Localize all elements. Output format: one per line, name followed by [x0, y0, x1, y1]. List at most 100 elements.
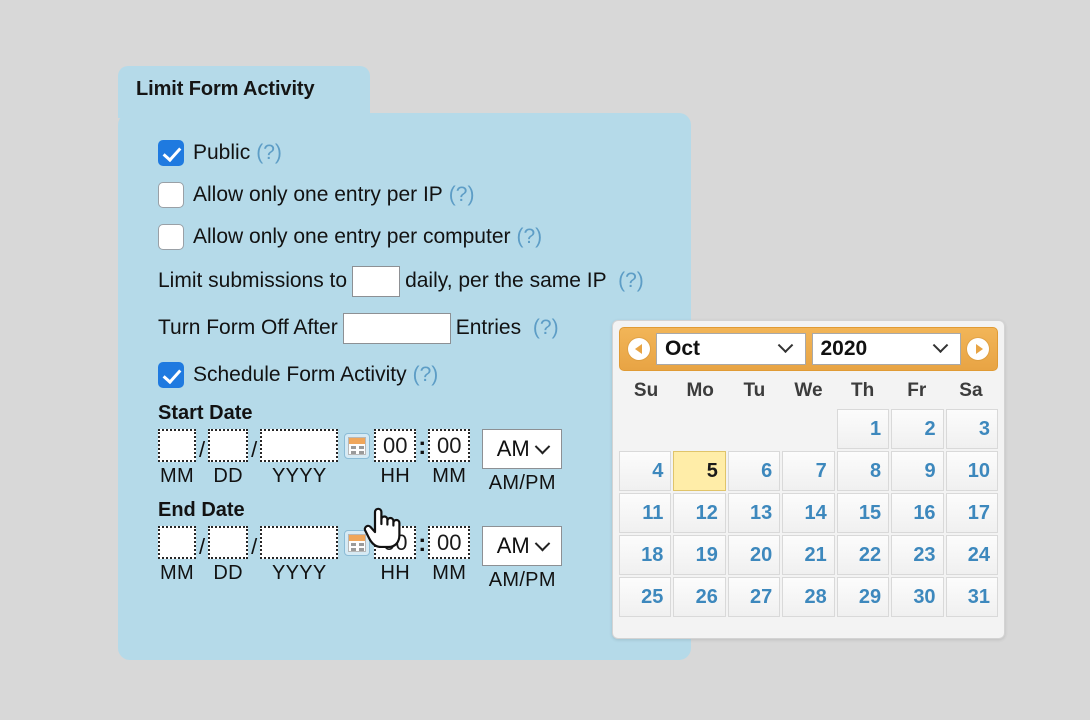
calendar-day-12[interactable]: 12 — [673, 493, 726, 533]
chevron-right-icon — [975, 344, 983, 354]
calendar-day-30[interactable]: 30 — [891, 577, 944, 617]
day-of-week-su: Su — [633, 380, 659, 401]
calendar-day-4[interactable]: 4 — [619, 451, 672, 491]
help-icon-turn-form-off[interactable]: (?) — [533, 316, 559, 339]
calendar-day-3[interactable]: 3 — [945, 409, 998, 449]
year-select-value: 2020 — [820, 337, 868, 360]
calendar-day-empty — [728, 409, 780, 449]
start-time-minute-input[interactable]: 00 — [428, 429, 471, 462]
checkbox-row-one-entry-per-computer[interactable]: Allow only one entry per computer (?) — [158, 222, 668, 252]
end-date-year-input[interactable] — [260, 526, 339, 559]
checkbox-row-schedule-form-activity[interactable]: Schedule Form Activity (?) — [158, 360, 668, 390]
checkbox-one-entry-per-computer[interactable] — [158, 224, 184, 250]
calendar-day-11[interactable]: 11 — [619, 493, 672, 533]
calendar-day-23[interactable]: 23 — [891, 535, 944, 575]
calendar-day-27[interactable]: 27 — [727, 577, 781, 617]
calendar-day-31[interactable]: 31 — [945, 577, 998, 617]
help-icon-one-entry-per-ip[interactable]: (?) — [449, 183, 475, 207]
end-date-calendar-picker-icon[interactable] — [344, 530, 371, 556]
start-date-calendar-picker-icon[interactable] — [344, 433, 371, 459]
calendar-day-empty — [673, 409, 725, 449]
calendar-day-20[interactable]: 20 — [727, 535, 781, 575]
end-date-day-caption: DD — [213, 562, 243, 584]
calendar-day-18[interactable]: 18 — [619, 535, 672, 575]
start-time-hour-input[interactable]: 00 — [374, 429, 417, 462]
calendar-day-22[interactable]: 22 — [836, 535, 890, 575]
end-date-heading: End Date — [158, 499, 245, 521]
limit-submissions-prefix: Limit submissions to — [158, 269, 348, 292]
end-date-row: MM / DD / YYYY 00 HH : 00 MM AM AM/PM — [158, 526, 668, 592]
start-time-ampm-caption: AM/PM — [488, 472, 556, 494]
calendar-day-14[interactable]: 14 — [782, 493, 835, 533]
start-date-month-input[interactable] — [158, 429, 196, 462]
calendar-day-7[interactable]: 7 — [782, 451, 835, 491]
next-month-button[interactable] — [967, 338, 989, 360]
start-time-ampm-select[interactable]: AM — [482, 429, 563, 469]
end-date-month-group: MM — [158, 526, 196, 585]
calendar-day-10[interactable]: 10 — [945, 451, 998, 491]
limit-submissions-input[interactable] — [352, 265, 401, 297]
end-date-year-caption: YYYY — [271, 562, 327, 584]
calendar-day-2[interactable]: 2 — [891, 409, 944, 449]
checkbox-one-entry-per-ip[interactable] — [158, 182, 184, 208]
calendar-day-17[interactable]: 17 — [945, 493, 998, 533]
end-time-minute-input[interactable]: 00 — [428, 526, 471, 559]
calendar-day-13[interactable]: 13 — [727, 493, 781, 533]
chevron-down-icon — [777, 336, 793, 353]
end-time-hour-input[interactable]: 00 — [374, 526, 417, 559]
month-select[interactable]: Oct — [656, 333, 806, 365]
year-select[interactable]: 2020 — [811, 333, 961, 365]
date-picker-popup: Oct 2020 Su Mo Tu We Th Fr Sa 1 2 3 4 5 6 7 8 9 10 11 12 1… — [612, 320, 1005, 639]
calendar-day-26[interactable]: 26 — [673, 577, 726, 617]
checkbox-row-one-entry-per-ip[interactable]: Allow only one entry per IP (?) — [158, 180, 668, 210]
calendar-day-21[interactable]: 21 — [782, 535, 835, 575]
calendar-day-8[interactable]: 8 — [836, 451, 890, 491]
checkbox-public[interactable] — [158, 140, 184, 166]
start-date-day-group: DD — [208, 429, 249, 488]
start-date-year-group: YYYY — [260, 429, 339, 488]
limit-form-activity-panel: Public (?) Allow only one entry per IP (… — [118, 113, 691, 660]
limit-submissions-suffix: daily, per the same IP — [405, 269, 607, 292]
start-date-day-caption: DD — [213, 465, 243, 487]
day-of-week-tu: Tu — [743, 380, 766, 401]
help-icon-limit-submissions[interactable]: (?) — [618, 269, 644, 292]
calendar-day-9[interactable]: 9 — [891, 451, 944, 491]
calendar-day-25[interactable]: 25 — [619, 577, 672, 617]
start-time-separator: : — [418, 433, 427, 460]
end-date-year-group: YYYY — [260, 526, 339, 585]
end-time-ampm-select[interactable]: AM — [482, 526, 563, 566]
calendar-icon-header — [349, 535, 366, 541]
checkbox-label-schedule-form-activity: Schedule Form Activity — [193, 363, 407, 386]
start-date-day-input[interactable] — [208, 429, 249, 462]
checkbox-row-public[interactable]: Public (?) — [158, 138, 668, 168]
help-icon-public[interactable]: (?) — [256, 141, 282, 165]
day-of-week-mo: Mo — [686, 380, 714, 401]
start-date-year-caption: YYYY — [271, 465, 327, 487]
calendar-day-29[interactable]: 29 — [836, 577, 890, 617]
checkbox-schedule-form-activity[interactable] — [158, 362, 184, 388]
calendar-day-24[interactable]: 24 — [945, 535, 998, 575]
calendar-day-16[interactable]: 16 — [891, 493, 944, 533]
calendar-day-15[interactable]: 15 — [836, 493, 890, 533]
help-icon-schedule-form-activity[interactable]: (?) — [413, 363, 439, 387]
start-date-year-input[interactable] — [260, 429, 339, 462]
help-icon-one-entry-per-computer[interactable]: (?) — [517, 225, 543, 249]
calendar-day-28[interactable]: 28 — [782, 577, 835, 617]
calendar-icon-header — [349, 438, 366, 444]
end-time-ampm-group: AM AM/PM — [482, 526, 563, 592]
calendar-day-5[interactable]: 5 — [673, 451, 726, 491]
calendar-icon — [348, 437, 367, 455]
checkbox-label-one-entry-per-ip: Allow only one entry per IP — [193, 183, 443, 206]
end-time-minute-group: 00 MM — [428, 526, 471, 585]
prev-month-button[interactable] — [628, 338, 650, 360]
end-time-separator: : — [418, 530, 427, 557]
calendar-day-6[interactable]: 6 — [727, 451, 781, 491]
end-date-day-input[interactable] — [208, 526, 249, 559]
calendar-day-19[interactable]: 19 — [673, 535, 726, 575]
turn-form-off-input[interactable] — [342, 312, 451, 344]
start-time-hour-caption: HH — [380, 465, 410, 487]
calendar-day-1[interactable]: 1 — [836, 409, 890, 449]
end-time-hour-group: 00 HH — [374, 526, 417, 585]
end-date-month-input[interactable] — [158, 526, 196, 559]
panel-body: Public (?) Allow only one entry per IP (… — [158, 138, 668, 594]
